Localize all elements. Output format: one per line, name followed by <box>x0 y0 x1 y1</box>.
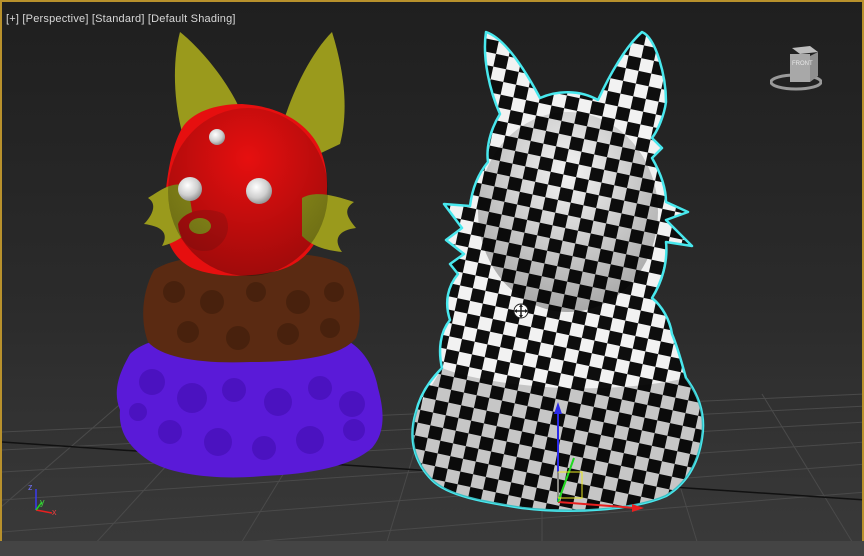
viewport-plus-menu[interactable]: [+] <box>6 13 19 25</box>
viewport-bottom-bar <box>0 541 864 556</box>
colored-creature-bust[interactable] <box>116 32 383 478</box>
axis-z-label: z <box>28 482 33 492</box>
axis-y-label: y <box>40 497 45 507</box>
viewcube-front-label: FRONT <box>792 61 813 67</box>
viewcube[interactable]: FRONT <box>769 42 823 98</box>
axis-x-label: x <box>52 507 57 517</box>
eye-right <box>246 178 272 204</box>
viewport-label: [+] [Perspective] [Standard] [Default Sh… <box>6 13 236 25</box>
viewcube-front-face[interactable] <box>790 54 810 82</box>
viewcube-top-face[interactable] <box>792 46 818 54</box>
move-cursor-icon <box>513 303 529 319</box>
viewport-shading-menu[interactable]: [Default Shading] <box>148 13 236 25</box>
checker-head-shading <box>478 112 658 312</box>
eye-left <box>178 177 202 201</box>
scene-canvas[interactable] <box>2 2 864 556</box>
viewport-mode-menu[interactable]: [Standard] <box>92 13 145 25</box>
viewport-view-menu[interactable]: [Perspective] <box>22 13 88 25</box>
perspective-viewport[interactable]: [+] [Perspective] [Standard] [Default Sh… <box>0 0 864 556</box>
eye-top <box>209 129 225 145</box>
